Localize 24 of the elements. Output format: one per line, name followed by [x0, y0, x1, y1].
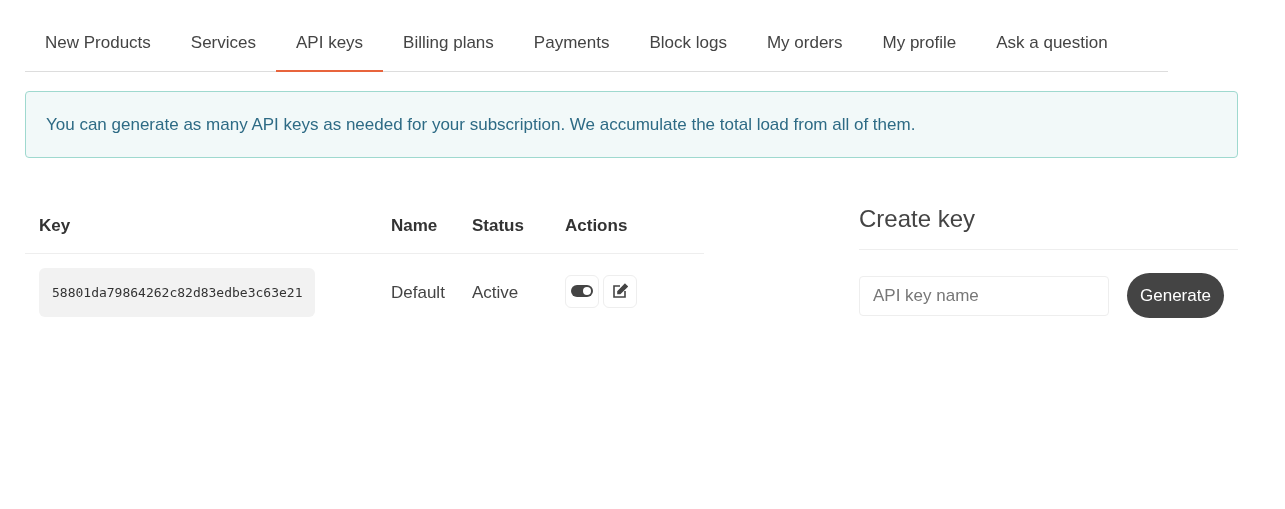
table-cell-text: Active	[472, 281, 520, 304]
nav-tab[interactable]: My profile	[862, 20, 977, 72]
info-alert: You can generate as many API keys as needed for your subscription. We accumulate the total load from all of them.	[25, 90, 1238, 158]
nav-tab[interactable]: Billing plans	[383, 20, 514, 72]
generate-button[interactable]: Generate	[1127, 273, 1224, 318]
toggle-button[interactable]	[565, 274, 599, 308]
table-cell-text: Default	[390, 281, 446, 304]
api-key-code: 58801da79864262c82d83edbe3c63e21	[39, 267, 316, 317]
nav-tab[interactable]: Services	[170, 20, 276, 72]
column-header: Status	[472, 215, 525, 237]
nav-tab[interactable]: Payments	[513, 20, 630, 72]
key-name-field[interactable]: API key name	[859, 275, 1109, 316]
nav-tab[interactable]: Ask a question	[976, 20, 1128, 72]
nav-tab[interactable]: My orders	[746, 20, 863, 72]
column-header: Name	[390, 215, 439, 237]
column-header: Actions	[565, 215, 628, 237]
section-title: Create key	[859, 201, 1238, 250]
edit-button[interactable]	[603, 274, 637, 308]
nav-tab[interactable]: API keys	[276, 20, 384, 72]
nav-tab[interactable]: Block logs	[629, 20, 747, 72]
nav-tab[interactable]: New Products	[25, 20, 171, 72]
column-header: Key	[38, 215, 72, 237]
toggle-icon	[571, 285, 593, 298]
edit-icon	[612, 283, 628, 300]
